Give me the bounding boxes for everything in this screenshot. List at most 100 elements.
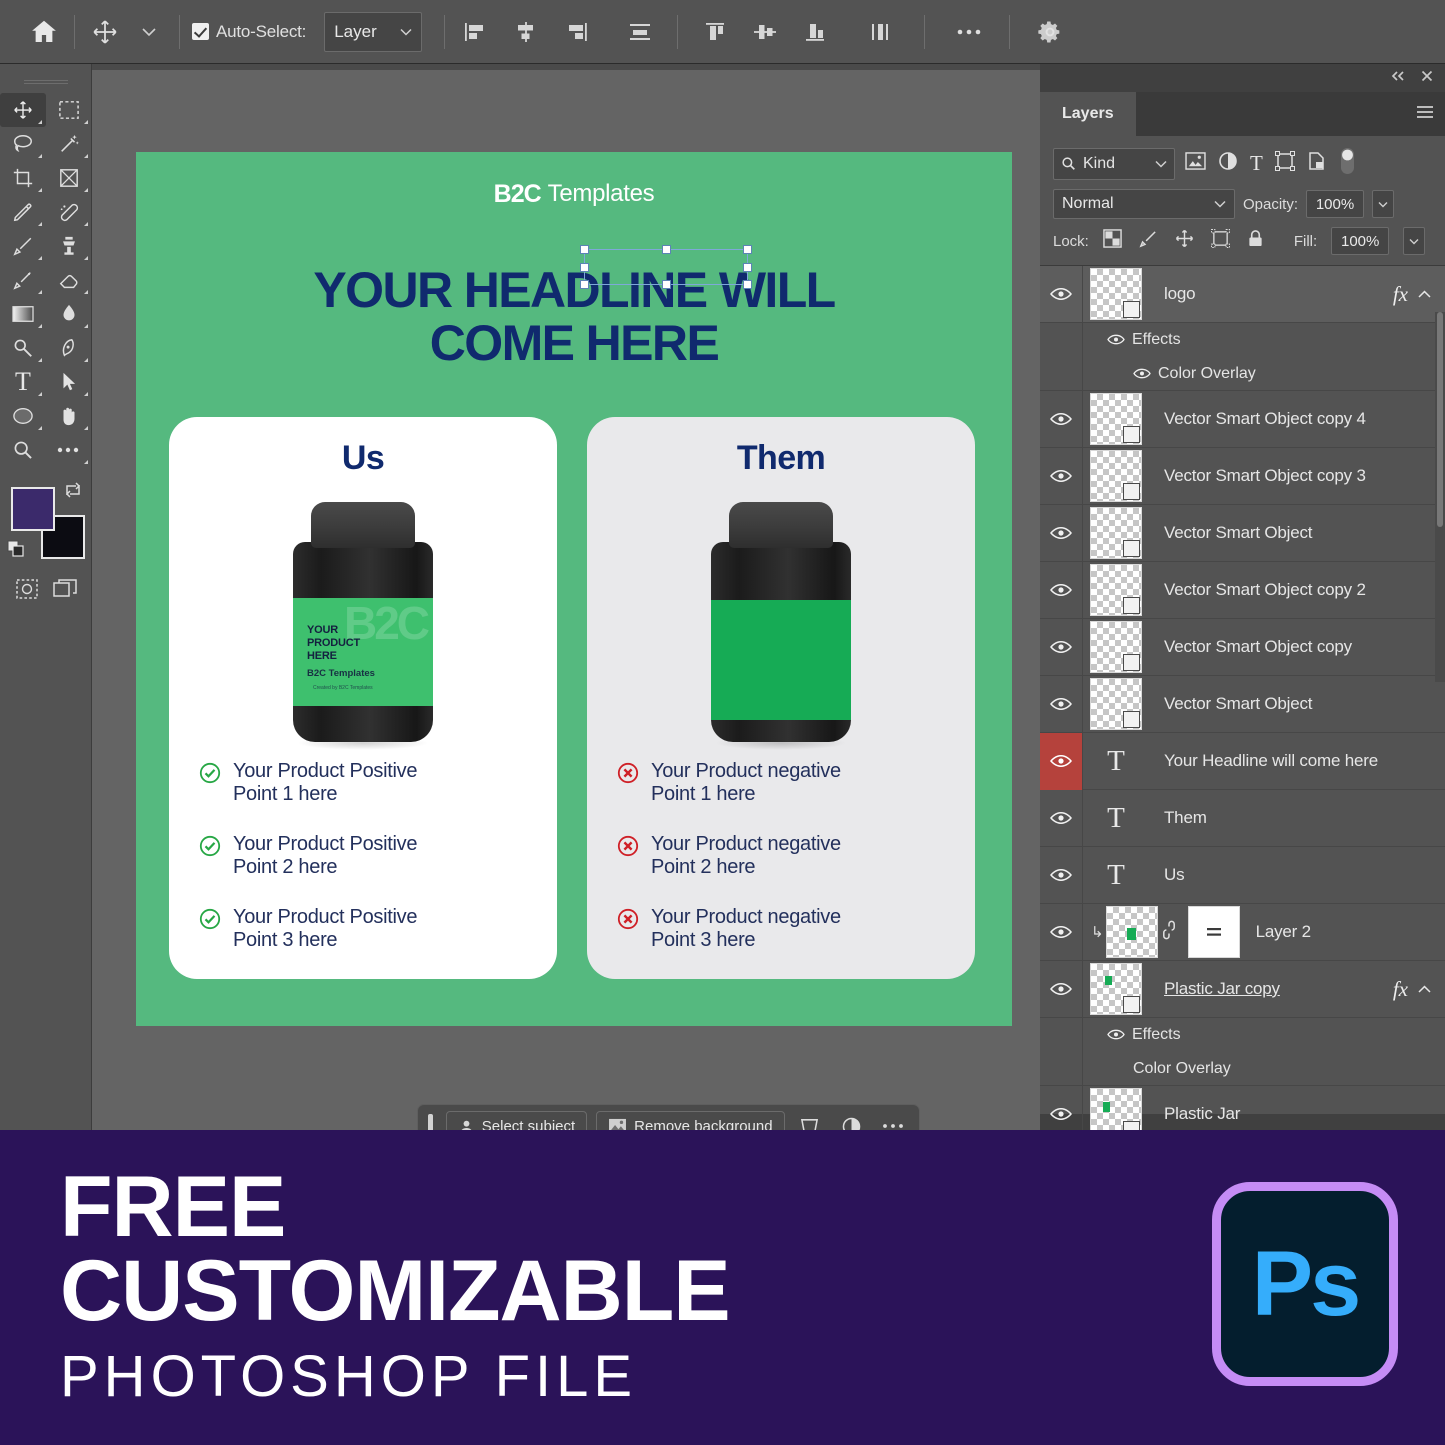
- fill-slider-toggle[interactable]: [1403, 227, 1426, 255]
- crop-tool-icon[interactable]: [0, 161, 46, 195]
- layer-effects-row[interactable]: Effects: [1040, 1018, 1445, 1052]
- card-us[interactable]: Us B2C YOUR PRODUCT HERE B2C Templates C…: [169, 417, 557, 979]
- table-row[interactable]: T Us: [1040, 846, 1445, 904]
- adjustment-layer-filter-icon[interactable]: [1218, 151, 1238, 176]
- layer-name[interactable]: Your Headline will come here: [1164, 751, 1378, 771]
- chevron-up-icon[interactable]: [1418, 290, 1431, 299]
- layer-visibility-toggle[interactable]: [1040, 903, 1083, 961]
- lock-position-icon[interactable]: [1175, 229, 1194, 253]
- layer-name[interactable]: Vector Smart Object: [1164, 694, 1313, 714]
- layer-name[interactable]: logo: [1164, 284, 1196, 304]
- path-selection-tool-icon[interactable]: [46, 365, 92, 399]
- collapse-panel-icon[interactable]: [1389, 69, 1407, 87]
- layers-scrollbar[interactable]: [1435, 312, 1445, 682]
- smart-object-filter-icon[interactable]: [1307, 151, 1327, 176]
- table-row[interactable]: Vector Smart Object copy 4: [1040, 390, 1445, 448]
- more-options-icon[interactable]: [947, 10, 991, 54]
- table-row[interactable]: T Them: [1040, 789, 1445, 847]
- auto-select-checkbox[interactable]: Auto-Select:: [188, 10, 310, 54]
- layer-fx-controls[interactable]: fx: [1393, 977, 1431, 1002]
- table-row[interactable]: Vector Smart Object copy 2: [1040, 561, 1445, 619]
- scrollbar-thumb[interactable]: [1437, 312, 1443, 527]
- layer-thumbnail[interactable]: [1090, 393, 1142, 445]
- home-icon[interactable]: [22, 10, 66, 54]
- frame-tool-icon[interactable]: [46, 161, 92, 195]
- shape-layer-filter-icon[interactable]: [1274, 151, 1295, 176]
- align-vertical-centers-icon[interactable]: [742, 11, 788, 53]
- toolbar-drag-grip[interactable]: [23, 80, 68, 85]
- lock-all-icon[interactable]: [1247, 229, 1264, 253]
- layer-name[interactable]: Plastic Jar: [1164, 1104, 1240, 1124]
- layer-thumbnail[interactable]: [1105, 906, 1158, 958]
- quick-mask-icon[interactable]: [14, 577, 40, 606]
- pen-tool-icon[interactable]: [46, 331, 92, 365]
- type-tool-icon[interactable]: T: [0, 365, 46, 399]
- layer-visibility-toggle[interactable]: [1040, 618, 1083, 676]
- canvas[interactable]: B2C Templates YOUR HEADLINE WILL COME HE…: [136, 152, 1012, 1026]
- dodge-tool-icon[interactable]: [0, 331, 46, 365]
- chevron-down-icon[interactable]: [127, 10, 171, 54]
- layer-thumbnail[interactable]: [1090, 450, 1142, 502]
- type-layer-filter-icon[interactable]: T: [1250, 151, 1263, 176]
- effects-visibility-toggle[interactable]: [1040, 1018, 1083, 1052]
- effects-visibility-toggle[interactable]: [1040, 323, 1083, 357]
- lock-image-pixels-icon[interactable]: [1139, 229, 1158, 253]
- table-row[interactable]: Vector Smart Object copy: [1040, 618, 1445, 676]
- table-row[interactable]: Vector Smart Object copy 3: [1040, 447, 1445, 505]
- magic-wand-tool-icon[interactable]: [46, 127, 92, 161]
- marquee-tool-icon[interactable]: [46, 93, 92, 127]
- lock-transparent-pixels-icon[interactable]: [1103, 229, 1122, 253]
- link-mask-icon[interactable]: [1162, 920, 1176, 945]
- layer-effects-row[interactable]: Effects: [1040, 323, 1445, 357]
- table-row[interactable]: T Your Headline will come here: [1040, 732, 1445, 790]
- layer-visibility-toggle[interactable]: [1040, 265, 1083, 323]
- canvas-logo[interactable]: B2C Templates: [494, 180, 655, 208]
- hand-tool-icon[interactable]: [46, 399, 92, 433]
- layer-thumbnail[interactable]: [1090, 621, 1142, 673]
- table-row[interactable]: Vector Smart Object: [1040, 504, 1445, 562]
- layer-visibility-toggle[interactable]: [1040, 447, 1083, 505]
- edit-toolbar-icon[interactable]: [46, 433, 92, 467]
- lasso-tool-icon[interactable]: [0, 127, 46, 161]
- align-top-edges-icon[interactable]: [692, 11, 738, 53]
- table-row[interactable]: logo fx: [1040, 265, 1445, 323]
- filter-toggle-icon[interactable]: [1339, 146, 1356, 181]
- layer-kind-dropdown[interactable]: Kind: [1053, 147, 1175, 180]
- clone-stamp-tool-icon[interactable]: [46, 229, 92, 263]
- zoom-tool-icon[interactable]: [0, 433, 46, 467]
- gradient-tool-icon[interactable]: [0, 297, 46, 331]
- effect-visibility-toggle[interactable]: [1040, 356, 1083, 391]
- swap-colors-icon[interactable]: [63, 481, 83, 504]
- layer-name[interactable]: Us: [1164, 865, 1185, 885]
- layer-name[interactable]: Vector Smart Object copy 2: [1164, 580, 1366, 600]
- layer-fx-icon[interactable]: fx: [1393, 977, 1408, 1002]
- layer-visibility-toggle[interactable]: [1040, 390, 1083, 448]
- chevron-up-icon[interactable]: [1418, 985, 1431, 994]
- layer-name[interactable]: Layer 2: [1256, 922, 1312, 942]
- layer-visibility-toggle[interactable]: [1040, 504, 1083, 562]
- default-colors-icon[interactable]: [7, 540, 25, 563]
- distribute-horizontal-icon[interactable]: [617, 11, 663, 53]
- fill-field[interactable]: 100%: [1331, 227, 1390, 255]
- pixel-layer-filter-icon[interactable]: [1185, 152, 1206, 175]
- layer-name[interactable]: Vector Smart Object copy 4: [1164, 409, 1366, 429]
- gear-icon[interactable]: [1028, 10, 1072, 54]
- tab-layers[interactable]: Layers: [1040, 92, 1136, 136]
- layer-effect-item-row[interactable]: Color Overlay: [1040, 1051, 1445, 1086]
- shape-tool-icon[interactable]: [0, 399, 46, 433]
- table-row[interactable]: Plastic Jar copy fx: [1040, 960, 1445, 1018]
- close-icon[interactable]: [1421, 69, 1433, 87]
- move-tool-icon[interactable]: [0, 93, 46, 127]
- panel-menu-icon[interactable]: [1415, 104, 1435, 125]
- layer-visibility-toggle[interactable]: [1040, 960, 1083, 1018]
- layer-visibility-toggle[interactable]: [1040, 789, 1083, 847]
- auto-select-scope-dropdown[interactable]: Layer: [324, 11, 423, 52]
- layer-visibility-toggle[interactable]: [1040, 675, 1083, 733]
- layer-effect-item-row[interactable]: Color Overlay: [1040, 356, 1445, 391]
- eraser-tool-icon[interactable]: [46, 263, 92, 297]
- effect-visibility-toggle[interactable]: [1040, 1051, 1083, 1086]
- layer-thumbnail[interactable]: [1090, 963, 1142, 1015]
- layer-name[interactable]: Vector Smart Object copy: [1164, 637, 1352, 657]
- card-them[interactable]: Them Your Product negative Point 1 here …: [587, 417, 975, 979]
- layer-name[interactable]: Plastic Jar copy: [1164, 979, 1280, 999]
